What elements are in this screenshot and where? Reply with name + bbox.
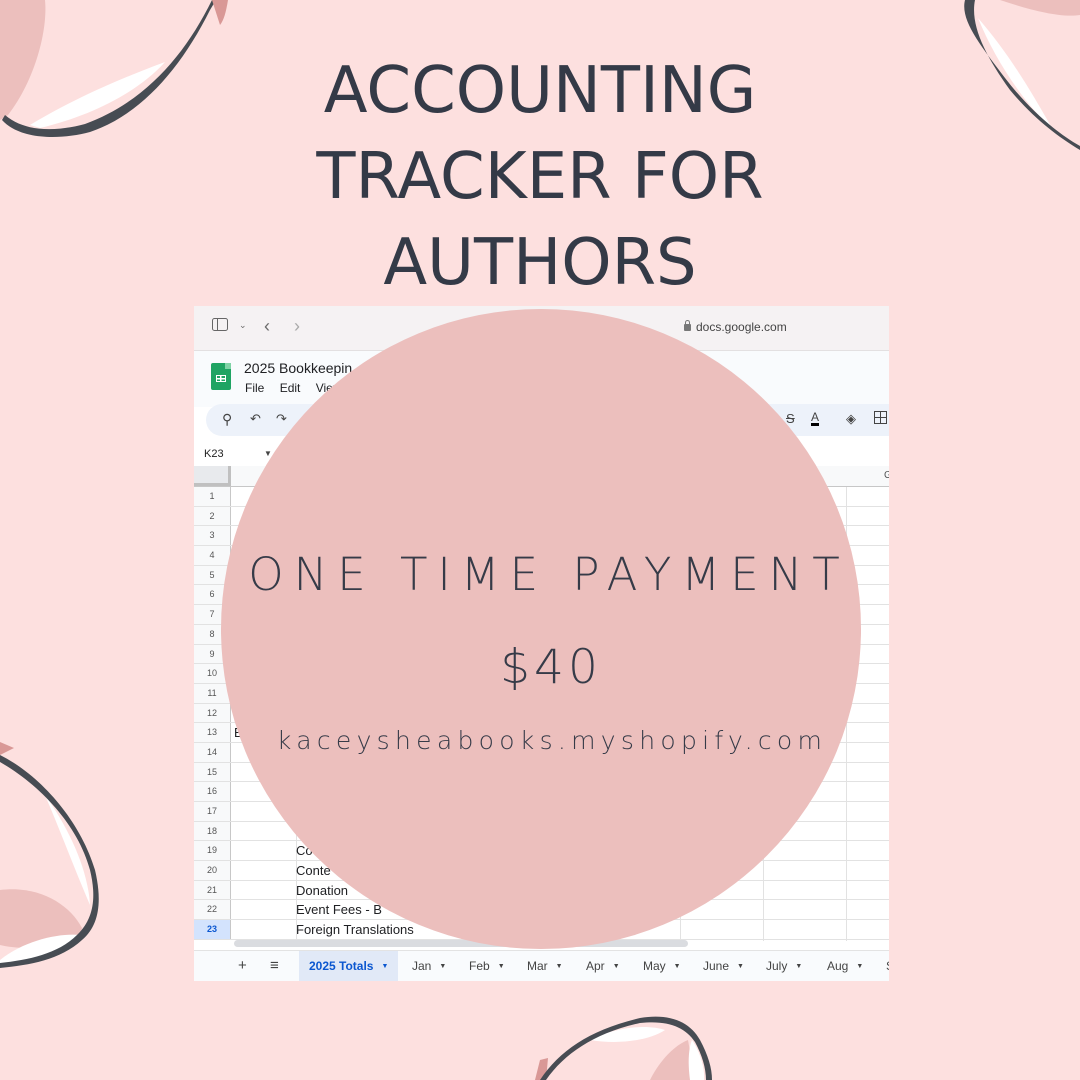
- cell-b[interactable]: Donation: [296, 881, 348, 900]
- row-number[interactable]: 1: [194, 487, 231, 506]
- back-icon[interactable]: ‹: [264, 316, 270, 337]
- row-number[interactable]: 12: [194, 703, 231, 723]
- sheet-tabs-bar: + ≡ 2025 Totals ▼ Jan ▼ Feb ▼ Mar ▼ Apr ▼ May ▼ June…: [194, 950, 889, 981]
- sheet-tab[interactable]: June ▼: [703, 951, 744, 981]
- menu-edit[interactable]: Edit: [280, 381, 301, 395]
- pink-blob-shape: [1000, 0, 1080, 16]
- sheet-tab[interactable]: Mar ▼: [527, 951, 563, 981]
- tab-dropdown-icon[interactable]: ▼: [856, 963, 863, 970]
- white-leaf-shape: [688, 1040, 705, 1080]
- undo-icon[interactable]: ↶: [250, 411, 261, 427]
- rose-petal-shape: [212, 0, 228, 25]
- row-number[interactable]: 21: [194, 880, 231, 900]
- document-title[interactable]: 2025 Bookkeepin: [244, 360, 352, 376]
- all-sheets-button[interactable]: ≡: [270, 957, 279, 974]
- search-icon[interactable]: ⚲: [222, 411, 232, 428]
- tab-dropdown-icon[interactable]: ▼: [439, 963, 446, 970]
- rose-petal-shape: [535, 1058, 548, 1080]
- row-number[interactable]: 16: [194, 782, 231, 801]
- row-number[interactable]: 23: [194, 920, 231, 939]
- offer-label: ONE TIME PAYMENT: [248, 548, 850, 601]
- row-number[interactable]: 22: [194, 900, 231, 920]
- menu-file[interactable]: File: [245, 381, 264, 395]
- shop-website-link[interactable]: kaceysheabooks.myshopify.com: [0, 726, 1080, 755]
- row-number[interactable]: 3: [194, 526, 231, 546]
- white-leaf-shape: [590, 1027, 665, 1042]
- sheet-tab-label: June: [703, 959, 730, 973]
- forward-icon[interactable]: ›: [294, 316, 300, 337]
- select-all-corner[interactable]: [194, 466, 231, 486]
- sheet-tab-label: Feb: [469, 959, 490, 973]
- pink-blob-shape: [650, 1040, 695, 1080]
- name-box[interactable]: K23: [204, 448, 224, 460]
- sheet-tab-label: Aug: [827, 959, 849, 973]
- row-number[interactable]: 19: [194, 841, 231, 861]
- sheet-tab-label: Apr: [586, 959, 605, 973]
- row-number[interactable]: 17: [194, 802, 231, 821]
- sheet-tab[interactable]: 2025 Totals ▼: [299, 951, 399, 981]
- redo-icon[interactable]: ↷: [276, 411, 287, 427]
- sheet-tab-label: Jan: [412, 959, 432, 973]
- tab-dropdown-icon[interactable]: ▼: [613, 963, 620, 970]
- white-leaf-shape: [45, 795, 90, 905]
- url-text: docs.google.com: [696, 320, 787, 334]
- headline-line-3: AUTHORS: [383, 226, 697, 300]
- dark-brush-stroke: [540, 1016, 712, 1080]
- chevron-down-icon[interactable]: ⌄: [239, 320, 247, 331]
- tab-dropdown-icon[interactable]: ▼: [795, 963, 802, 970]
- sheet-tab[interactable]: S: [886, 951, 889, 981]
- tab-dropdown-icon[interactable]: ▼: [674, 963, 681, 970]
- borders-icon[interactable]: [874, 411, 887, 427]
- row-number[interactable]: 15: [194, 762, 231, 782]
- fill-color-icon[interactable]: ◈: [846, 411, 856, 427]
- cell-b[interactable]: Foreign Translations: [296, 920, 414, 939]
- sheet-tab[interactable]: Feb ▼: [469, 951, 505, 981]
- sheet-tab[interactable]: Apr ▼: [586, 951, 620, 981]
- tab-dropdown-icon[interactable]: ▼: [737, 963, 744, 970]
- tab-dropdown-icon[interactable]: ▼: [498, 963, 505, 970]
- horizontal-scrollbar[interactable]: [234, 940, 688, 947]
- text-color-icon[interactable]: A: [811, 411, 820, 426]
- white-leaf-shape: [0, 934, 80, 968]
- row-number[interactable]: 2: [194, 506, 231, 526]
- sidebar-icon[interactable]: [212, 318, 228, 335]
- sheet-tab-label: Mar: [527, 959, 548, 973]
- row-number[interactable]: 20: [194, 861, 231, 880]
- sheet-tab[interactable]: Jan ▼: [412, 951, 446, 981]
- address-bar[interactable]: docs.google.com: [684, 320, 787, 334]
- headline: ACCOUNTING TRACKER FOR AUTHORS: [0, 48, 1080, 306]
- cell-b[interactable]: Event Fees - B: [296, 900, 382, 919]
- sheet-tab-label: May: [643, 959, 666, 973]
- sheet-tab[interactable]: May ▼: [643, 951, 681, 981]
- headline-line-1: ACCOUNTING: [323, 54, 757, 128]
- column-header-g[interactable]: G: [884, 470, 889, 481]
- sheet-tab-label: S: [886, 959, 889, 973]
- tab-dropdown-icon[interactable]: ▼: [381, 963, 388, 970]
- tab-dropdown-icon[interactable]: ▼: [556, 963, 563, 970]
- sheet-tab[interactable]: July ▼: [766, 951, 802, 981]
- sheet-tab-label: July: [766, 959, 788, 973]
- add-sheet-button[interactable]: +: [238, 957, 247, 974]
- dark-brush-stroke: [0, 755, 99, 968]
- google-sheets-logo-icon[interactable]: [211, 363, 231, 390]
- pink-blob-shape: [0, 889, 82, 948]
- sheet-tab-label: 2025 Totals: [309, 959, 374, 973]
- sheet-tab[interactable]: Aug ▼: [827, 951, 863, 981]
- lock-icon: [684, 320, 691, 331]
- price-circle: [221, 309, 861, 949]
- offer-price: $40: [500, 640, 602, 695]
- headline-line-2: TRACKER FOR: [316, 140, 764, 214]
- row-number[interactable]: 18: [194, 821, 231, 841]
